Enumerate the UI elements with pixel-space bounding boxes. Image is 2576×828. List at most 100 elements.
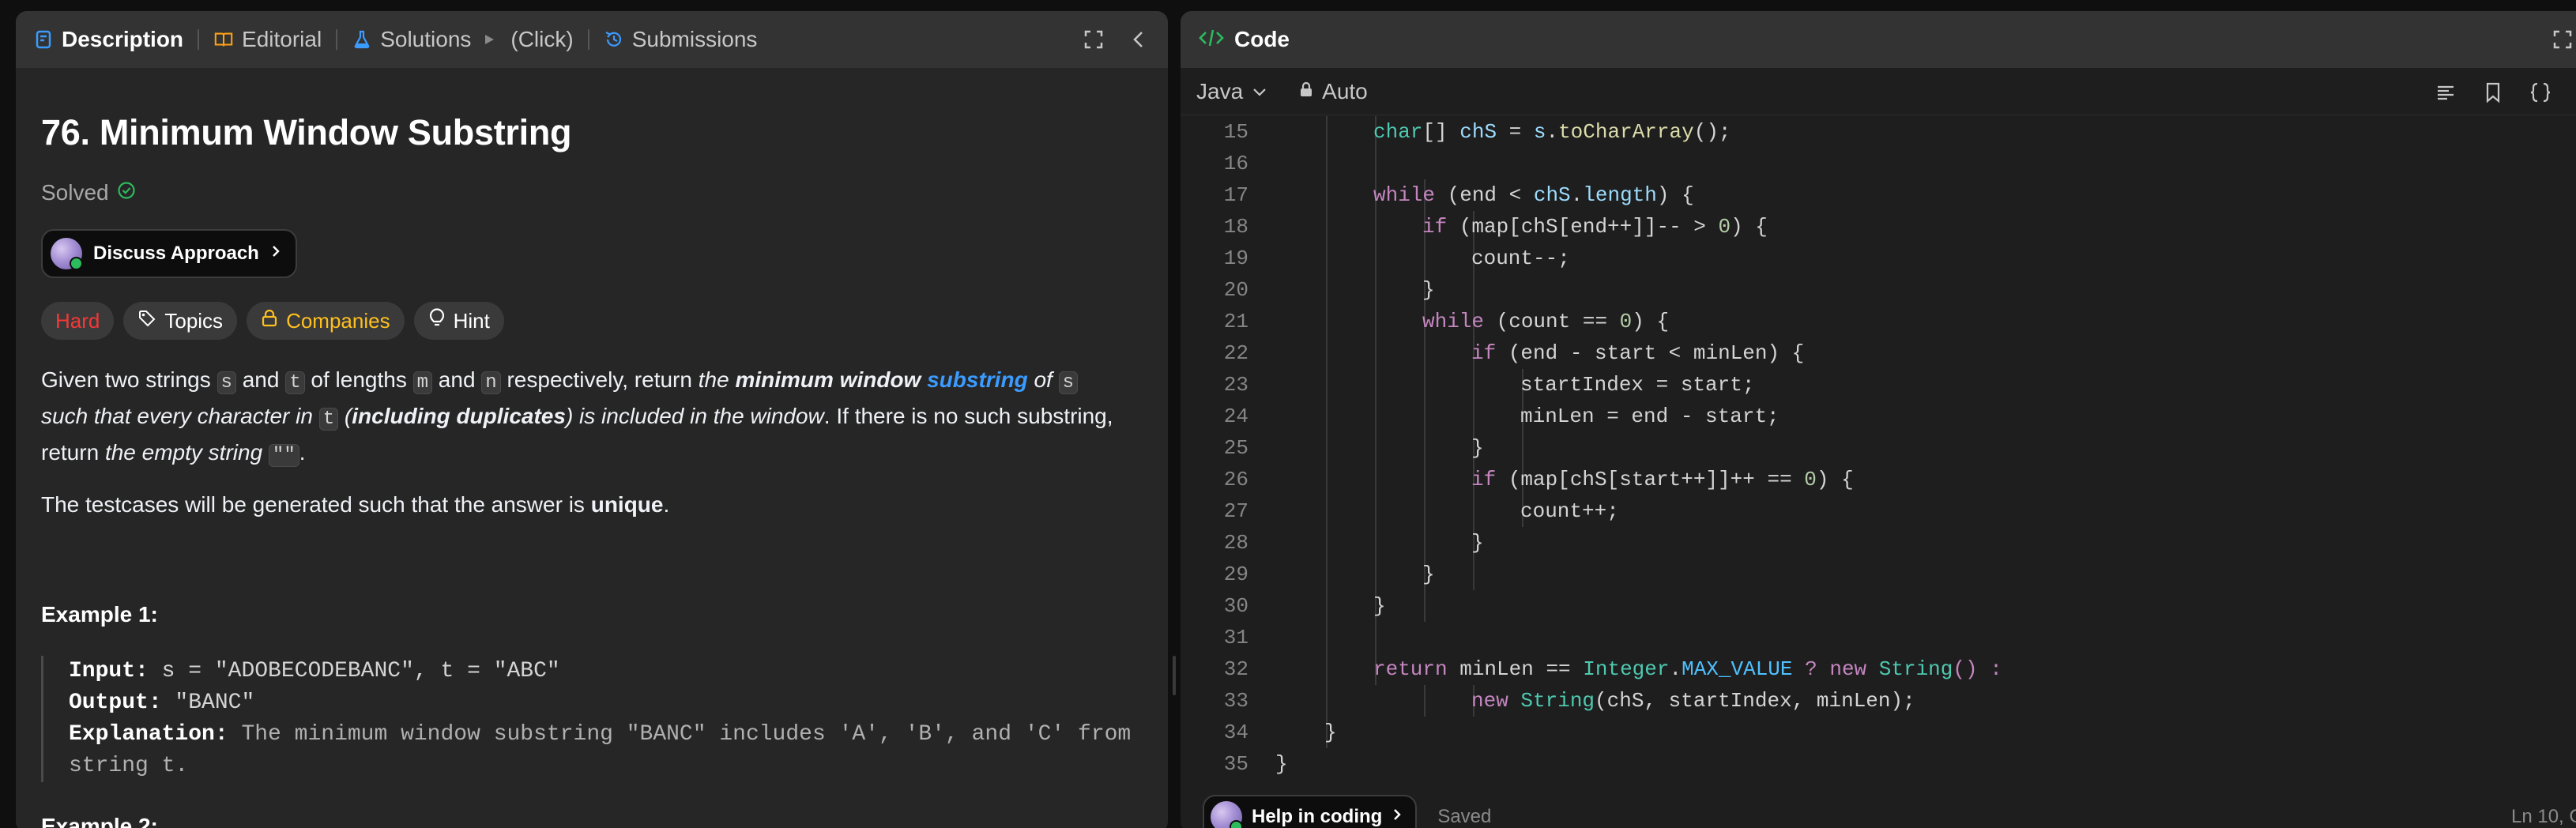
saved-status: Saved: [1437, 806, 1492, 827]
language-select[interactable]: Java: [1196, 79, 1268, 104]
panel-resize-handle[interactable]: [1173, 656, 1176, 695]
problem-title[interactable]: 76. Minimum Window Substring: [41, 112, 1144, 153]
token: 0: [1718, 215, 1731, 239]
topics-label: Topics: [164, 308, 224, 333]
explanation-continued: string t.: [69, 754, 189, 778]
bookmark-icon[interactable]: [2481, 81, 2505, 104]
fullscreen-icon[interactable]: [2552, 28, 2574, 51]
description-tabbar: Description Editorial Solutions (Click): [16, 11, 1168, 68]
example-input: Input: s = "ADOBECODEBANC", t = "ABC": [69, 656, 1144, 687]
code-line: 33 new String(chS, startIndex, minLen);: [1181, 685, 2576, 717]
line-number: 25: [1223, 436, 1248, 460]
token: chS: [1533, 183, 1571, 207]
token: startIndex = start;: [1520, 373, 1755, 397]
braces-icon[interactable]: [2529, 81, 2552, 104]
token: (map[chS[end++]]-- >: [1447, 215, 1719, 239]
history-icon: [604, 29, 624, 50]
line-text: }: [1324, 717, 1337, 748]
token: char: [1373, 120, 1423, 144]
lock-icon: [261, 309, 278, 333]
tab-solutions[interactable]: Solutions: [352, 27, 471, 52]
line-number: 18: [1223, 215, 1248, 239]
token: String: [1878, 657, 1953, 681]
token: chS: [1459, 120, 1497, 144]
input-value: s = "ADOBECODEBANC", t = "ABC": [148, 659, 560, 683]
tab-click[interactable]: (Click): [482, 27, 574, 52]
token: if: [1471, 341, 1497, 365]
token: Integer: [1583, 657, 1670, 681]
substring-link[interactable]: substring: [927, 367, 1028, 392]
problem-note: The testcases will be generated such tha…: [41, 488, 1144, 521]
code-line: 35}: [1181, 748, 2576, 780]
statement-text: respectively, return: [500, 367, 699, 392]
line-number: 16: [1223, 152, 1248, 175]
chevron-right-icon: [1392, 806, 1403, 828]
token: ?: [1792, 657, 1830, 681]
format-icon[interactable]: [2434, 81, 2457, 104]
line-text: count++;: [1520, 495, 1619, 527]
line-number: 15: [1223, 120, 1248, 144]
token: while: [1422, 310, 1485, 333]
token: () :: [1953, 657, 2002, 681]
tab-description[interactable]: Description: [33, 27, 183, 52]
line-text: if (map[chS[end++]]-- > 0) {: [1422, 211, 1768, 243]
code-line: 19 count--;: [1181, 243, 2576, 274]
code-line: 21 while (count == 0) {: [1181, 306, 2576, 337]
fullscreen-icon[interactable]: [1083, 28, 1105, 51]
code-line: 22 if (end - start < minLen) {: [1181, 337, 2576, 369]
input-label: Input:: [69, 659, 149, 683]
statement-text: [262, 440, 269, 465]
tab-submissions[interactable]: Submissions: [604, 27, 757, 52]
line-text: if (map[chS[start++]]++ == 0) {: [1471, 464, 1854, 495]
token: new: [1471, 689, 1508, 713]
token: (chS, startIndex, minLen);: [1595, 689, 1915, 713]
tab-editorial[interactable]: Editorial: [213, 27, 322, 52]
solved-label: Solved: [41, 180, 109, 205]
token: }: [1422, 563, 1435, 586]
topics-chip[interactable]: Topics: [123, 302, 238, 340]
collapse-icon[interactable]: [1128, 28, 1151, 51]
help-in-coding-label: Help in coding: [1252, 806, 1383, 827]
note-text: .: [663, 492, 670, 517]
solved-status: Solved: [41, 180, 1144, 205]
flask-icon: [352, 29, 372, 50]
help-in-coding-button[interactable]: Help in coding: [1203, 795, 1418, 828]
code-panel: Code Java Auto 15 char[] chS = s.toCharA…: [1181, 11, 2576, 828]
line-number: 32: [1223, 657, 1248, 681]
line-number: 23: [1223, 373, 1248, 397]
book-icon: [213, 29, 234, 50]
explanation-value: The minimum window substring "BANC" incl…: [228, 722, 1132, 747]
code-line: 32 return minLen == Integer.MAX_VALUE ? n…: [1181, 653, 2576, 685]
avatar: [1211, 801, 1243, 828]
token: (map[chS[start++]]++ ==: [1496, 468, 1805, 491]
token: (end - start < minLen) {: [1496, 341, 1805, 365]
example-1-box: Input: s = "ADOBECODEBANC", t = "ABC" Ou…: [41, 656, 1144, 782]
auto-label: Auto: [1322, 78, 1368, 104]
auto-mode[interactable]: Auto: [1298, 79, 1368, 104]
line-number: 31: [1223, 626, 1248, 649]
explanation-label: Explanation:: [69, 722, 228, 747]
line-number: 29: [1223, 563, 1248, 586]
code-editor[interactable]: 15 char[] chS = s.toCharArray(); 16 17 whi…: [1181, 116, 2576, 796]
hint-chip[interactable]: Hint: [413, 302, 504, 340]
token: }: [1275, 752, 1288, 776]
token: MAX_VALUE: [1682, 657, 1793, 681]
discuss-approach-button[interactable]: Discuss Approach: [41, 229, 297, 278]
line-text: while (end < chS.length) {: [1373, 179, 1694, 211]
line-text: if (end - start < minLen) {: [1471, 337, 1804, 369]
description-panel: Description Editorial Solutions (Click): [16, 11, 1168, 828]
companies-chip[interactable]: Companies: [247, 302, 405, 340]
token: =: [1497, 120, 1534, 144]
line-number: 17: [1223, 183, 1248, 207]
statement-text: and: [432, 367, 482, 392]
token: String: [1520, 689, 1595, 713]
problem-statement: Given two strings s and t of lengths m a…: [41, 363, 1144, 472]
code-line: 26 if (map[chS[start++]]++ == 0) {: [1181, 464, 2576, 495]
token: while: [1373, 183, 1436, 207]
line-number: 21: [1223, 310, 1248, 333]
token: ();: [1693, 120, 1731, 144]
code-line: 16: [1181, 148, 2576, 179]
token: count++;: [1520, 499, 1619, 523]
token: s: [1533, 120, 1546, 144]
line-text: new String(chS, startIndex, minLen);: [1471, 685, 1915, 717]
